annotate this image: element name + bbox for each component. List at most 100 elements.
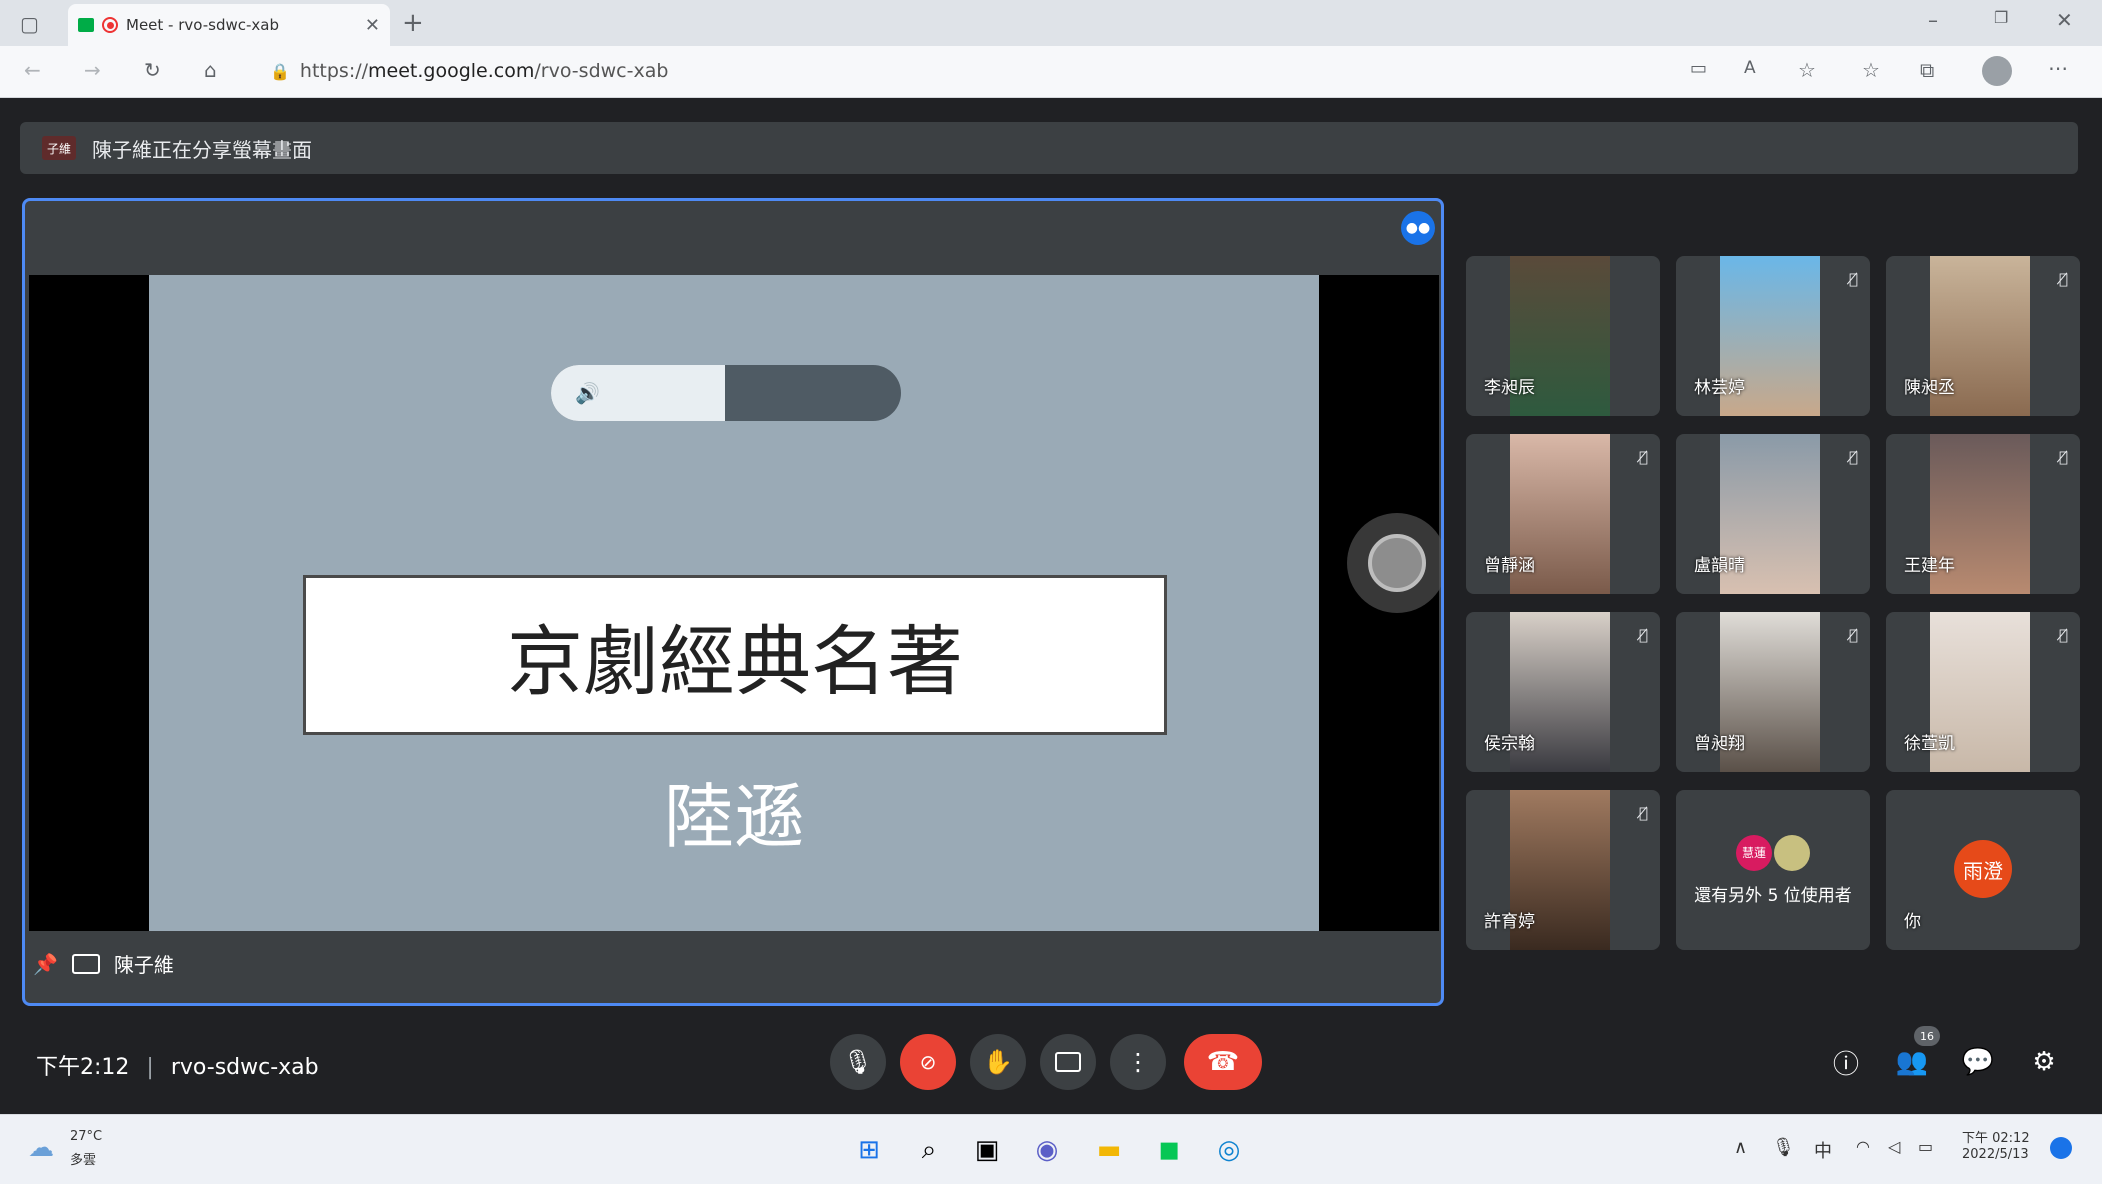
- participant-tile[interactable]: 🎙̸ 林芸婷: [1676, 256, 1870, 416]
- participant-tile[interactable]: 李昶辰: [1466, 256, 1660, 416]
- participant-tile[interactable]: 🎙̸ 侯宗翰: [1466, 612, 1660, 772]
- mic-tray-icon[interactable]: 🎙: [1772, 1137, 1795, 1158]
- other-avatar-photo: [1774, 834, 1810, 871]
- taskbar-time[interactable]: 下午 02:12: [1962, 1127, 2030, 1146]
- mic-off-icon: 🎙̸: [2058, 448, 2068, 466]
- url-text: https://meet.google.com/rvo-sdwc-xab: [299, 60, 669, 82]
- mic-off-icon: 🎙̸: [2058, 270, 2068, 288]
- task-view-icon[interactable]: ▣: [968, 1131, 1006, 1169]
- close-tab-icon[interactable]: ✕: [365, 15, 380, 36]
- participant-name: 許育婷: [1484, 912, 1535, 932]
- participant-tile[interactable]: 🎙̸ 陳昶丞: [1886, 256, 2080, 416]
- participant-tile[interactable]: 🎙̸ 曾靜涵: [1466, 434, 1660, 594]
- people-button[interactable]: 👥: [1892, 1042, 1932, 1082]
- meeting-time: 下午2:12: [36, 1055, 130, 1080]
- file-explorer-icon[interactable]: ▬: [1090, 1131, 1128, 1169]
- pointer-dot: [1368, 534, 1426, 592]
- people-icon: 👥: [1895, 1047, 1929, 1077]
- participant-name: 曾昶翔: [1694, 734, 1745, 754]
- sharing-banner: 子維 陳子維正在分享螢幕畫面: [20, 122, 2078, 174]
- window-close-icon[interactable]: ✕: [2056, 8, 2073, 32]
- start-icon[interactable]: ⊞: [850, 1131, 888, 1169]
- add-favorite-icon[interactable]: ☆: [1798, 58, 1816, 82]
- more-options-button[interactable]: ⋮: [1110, 1034, 1166, 1090]
- wifi-icon[interactable]: ◠: [1856, 1137, 1870, 1156]
- meeting-code: rvo-sdwc-xab: [170, 1055, 319, 1080]
- read-aloud-icon[interactable]: A: [1744, 58, 1756, 78]
- meeting-details-button[interactable]: ⓘ: [1826, 1042, 1866, 1082]
- others-tile[interactable]: 慧蓮 還有另外 5 位使用者: [1676, 790, 1870, 950]
- present-icon: [1055, 1052, 1081, 1072]
- present-button[interactable]: [1040, 1034, 1096, 1090]
- activities-button[interactable]: ⚙: [2024, 1042, 2064, 1082]
- home-icon[interactable]: ⌂: [204, 58, 217, 82]
- pin-icon[interactable]: 📌: [33, 952, 58, 976]
- info-icon: ⓘ: [1832, 1049, 1859, 1080]
- chat-button[interactable]: 💬: [1958, 1042, 1998, 1082]
- participant-tile[interactable]: 🎙̸ 徐萱凱: [1886, 612, 2080, 772]
- mic-off-icon: 🎙̸: [1848, 448, 1858, 466]
- refresh-icon[interactable]: ↻: [144, 58, 161, 82]
- participant-tile[interactable]: 🎙̸ 許育婷: [1466, 790, 1660, 950]
- slide-toggle: 🔊: [551, 365, 901, 421]
- meeting-info: 下午2:12 | rvo-sdwc-xab: [36, 1055, 319, 1080]
- camera-off-icon: ⊘: [919, 1050, 937, 1074]
- mic-off-icon: 🎙̸: [1848, 626, 1858, 644]
- recording-icon: [102, 17, 118, 33]
- more-menu-icon[interactable]: ⋯: [2048, 56, 2068, 80]
- teams-chat-icon[interactable]: ◉: [1028, 1131, 1066, 1169]
- favorites-icon[interactable]: ☆: [1862, 58, 1880, 82]
- weather-desc: 多雲: [70, 1153, 97, 1168]
- participant-name: 曾靜涵: [1484, 556, 1535, 576]
- participant-name: 徐萱凱: [1904, 734, 1955, 754]
- collections-icon[interactable]: ⧉: [1920, 58, 1934, 82]
- mic-button[interactable]: 🎙: [830, 1034, 886, 1090]
- participant-tile[interactable]: 🎙̸ 盧韻晴: [1676, 434, 1870, 594]
- mic-off-icon: 🎙̸: [1848, 270, 1858, 288]
- chat-icon: 💬: [1961, 1047, 1995, 1077]
- battery-icon[interactable]: ▭: [1918, 1137, 1933, 1156]
- other-avatar: 慧蓮: [1736, 834, 1772, 871]
- taskbar-date[interactable]: 2022/5/13: [1962, 1147, 2029, 1162]
- lock-icon: 🔒: [270, 61, 290, 81]
- line-app-icon[interactable]: ◼: [1150, 1131, 1188, 1169]
- mic-off-icon: 🎙̸: [2058, 626, 2068, 644]
- camera-toggle-button[interactable]: ⊘: [900, 1034, 956, 1090]
- others-label: 還有另外 5 位使用者: [1694, 885, 1852, 906]
- participant-name: 王建年: [1904, 556, 1955, 576]
- restore-icon[interactable]: ❐: [1994, 8, 2008, 27]
- weather-temp: 27°C: [70, 1129, 103, 1144]
- people-count-badge: 16: [1914, 1026, 1940, 1046]
- tab-actions-icon[interactable]: ▢: [20, 12, 39, 36]
- ime-indicator[interactable]: 中: [1814, 1137, 1832, 1163]
- participant-tile[interactable]: 🎙̸ 曾昶翔: [1676, 612, 1870, 772]
- weather-icon[interactable]: ☁: [28, 1133, 54, 1163]
- mic-icon: 🎙: [842, 1048, 874, 1076]
- shared-slide: 🔊 京劇經典名著 陸遜: [149, 275, 1319, 931]
- self-tile[interactable]: 雨澄 你: [1886, 790, 2080, 950]
- presentation-tile[interactable]: 🔊 京劇經典名著 陸遜 ●● 📌 陳子維: [22, 198, 1444, 1006]
- self-avatar: 雨澄: [1954, 840, 2012, 898]
- volume-icon[interactable]: ◁: [1888, 1137, 1900, 1156]
- camera-icon[interactable]: ▭: [1690, 58, 1707, 79]
- edge-icon[interactable]: ◎: [1210, 1131, 1248, 1169]
- browser-tab[interactable]: Meet - rvo-sdwc-xab ✕: [68, 4, 390, 46]
- presenter-name: 陳子維: [113, 953, 174, 977]
- participant-name: 陳昶丞: [1904, 378, 1955, 398]
- search-icon[interactable]: ⌕: [910, 1131, 948, 1169]
- sharing-banner-text: 陳子維正在分享螢幕畫面: [92, 137, 312, 162]
- show-hidden-icons[interactable]: ∧: [1734, 1137, 1747, 1158]
- forward-icon[interactable]: →: [84, 58, 101, 82]
- leave-call-button[interactable]: ☎: [1184, 1034, 1262, 1090]
- raise-hand-button[interactable]: ✋: [970, 1034, 1026, 1090]
- address-bar[interactable]: 🔒 https://meet.google.com/rvo-sdwc-xab: [270, 53, 1650, 89]
- profile-avatar[interactable]: [1982, 56, 2012, 86]
- present-screen-icon: [71, 953, 100, 974]
- minimize-icon[interactable]: –: [1928, 8, 1938, 32]
- notification-icon[interactable]: [2050, 1137, 2072, 1159]
- hand-icon: ✋: [983, 1048, 1013, 1076]
- new-tab-icon[interactable]: +: [402, 8, 424, 38]
- activities-icon: ⚙: [2032, 1047, 2056, 1077]
- participant-tile[interactable]: 🎙̸ 王建年: [1886, 434, 2080, 594]
- back-icon[interactable]: ←: [24, 58, 41, 82]
